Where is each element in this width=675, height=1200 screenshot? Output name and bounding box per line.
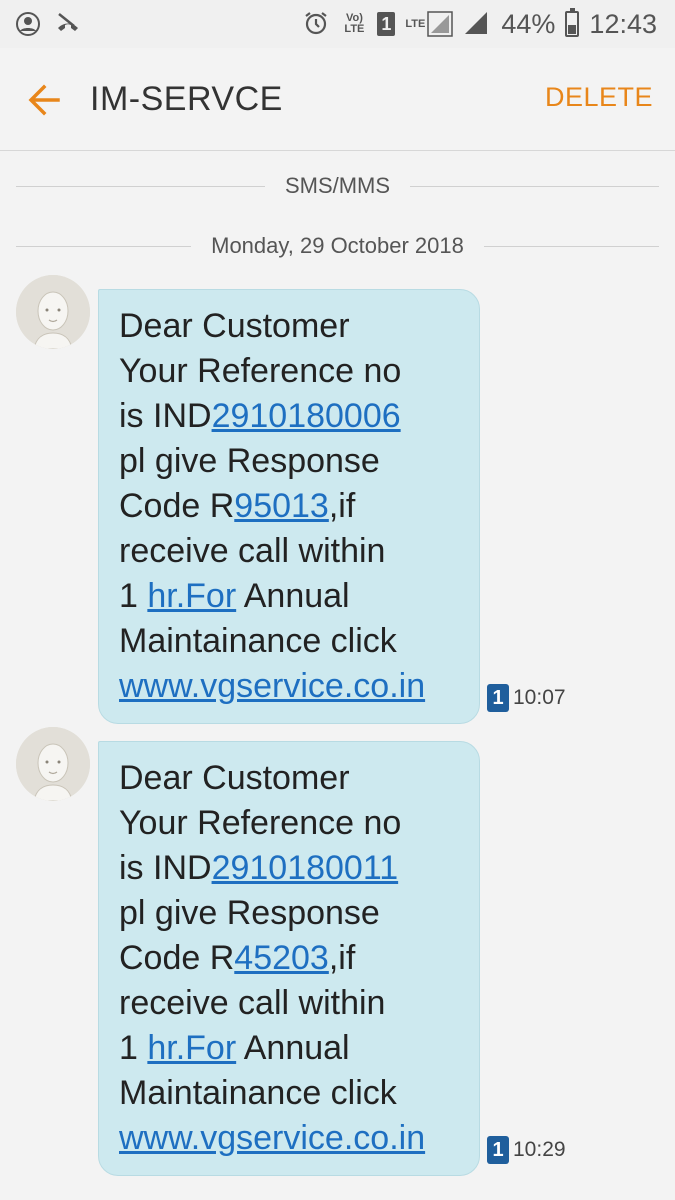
signal-icon [463,10,491,38]
person-icon [16,275,90,349]
battery-icon [565,8,580,37]
response-code-link[interactable]: 45203 [234,939,329,977]
message-bubble[interactable]: Dear Customer Your Reference no is IND29… [98,289,480,724]
message-bubble[interactable]: Dear Customer Your Reference no is IND29… [98,741,480,1176]
message-meta: 1 10:29 [487,1136,566,1164]
person-icon [16,727,90,801]
status-bar: Vo) LTE 1 LTE 44% 12:43 [0,0,675,48]
sender-avatar[interactable] [16,275,90,349]
reference-number-link[interactable]: 2910180011 [212,849,399,887]
message-line: pl give Response [119,894,380,932]
battery-percent: 44% [501,8,556,39]
message-line: Dear Customer [119,307,350,345]
sender-avatar[interactable] [16,727,90,801]
date-separator: Monday, 29 October 2018 [16,231,660,261]
channel-label: SMS/MMS [284,173,391,198]
sim-badge: 1 [487,684,509,712]
message-line: Maintainance click [119,622,397,660]
conversation-title: IM-SERVCE [90,80,283,118]
notification-icon [14,10,42,38]
volte-icon: Vo) LTE [344,12,365,35]
message-line: receive call within [119,532,386,570]
message-line: is IND2910180011 [119,849,399,887]
message-line: Code R95013,if [119,487,356,525]
message-line: Your Reference no [119,352,402,390]
message-line: Maintainance click [119,1074,397,1112]
delete-button[interactable]: DELETE [545,82,653,113]
response-code-link[interactable]: 95013 [234,487,329,525]
message-line: pl give Response [119,442,380,480]
sim-badge: 1 [487,1136,509,1164]
message-line: www.vgservice.co.in [119,664,461,709]
message-line: receive call within [119,984,386,1022]
date-label: Monday, 29 October 2018 [211,233,464,258]
message-line: 1 hr.For Annual [119,1029,350,1067]
hr-link[interactable]: hr.For [147,1029,236,1067]
website-link[interactable]: www.vgservice.co.in [119,667,425,705]
message-line: Code R45203,if [119,939,356,977]
message-line: is IND2910180006 [119,397,401,435]
sim-icon: 1 [377,12,396,36]
clock: 12:43 [589,8,657,39]
message-line: www.vgservice.co.in [119,1116,461,1161]
message-time: 10:07 [513,686,566,709]
alarm-icon [303,10,331,38]
hr-link[interactable]: hr.For [147,577,236,615]
message-line: 1 hr.For Annual [119,577,350,615]
channel-separator: SMS/MMS [16,171,659,201]
message-meta: 1 10:07 [487,684,566,712]
lte-signal-icon: LTE [405,11,454,37]
reference-number-link[interactable]: 2910180006 [212,397,401,435]
arrow-left-icon [28,84,60,116]
app-bar: IM-SERVCE DELETE [0,48,675,151]
message-time: 10:29 [513,1138,566,1161]
back-button[interactable] [24,78,68,122]
message-line: Your Reference no [119,804,402,842]
website-link[interactable]: www.vgservice.co.in [119,1119,425,1157]
missed-call-icon [54,10,82,38]
message-line: Dear Customer [119,759,350,797]
